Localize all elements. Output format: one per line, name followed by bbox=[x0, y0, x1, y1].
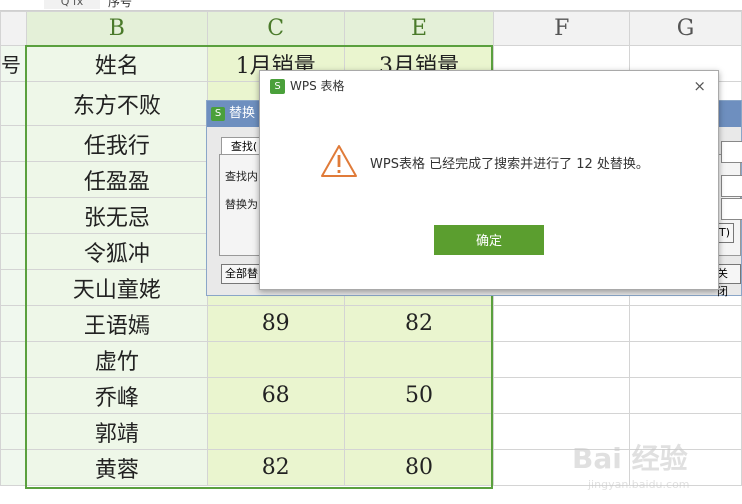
cell-mar-sales[interactable] bbox=[343, 413, 495, 450]
table-row: 王语嫣 89 82 bbox=[0, 305, 742, 342]
cell-g[interactable] bbox=[629, 377, 742, 414]
ok-button[interactable]: 确定 bbox=[434, 225, 544, 255]
cell-name[interactable]: 东方不败 bbox=[25, 81, 208, 126]
column-header-a[interactable] bbox=[0, 11, 27, 46]
cell-a[interactable] bbox=[0, 449, 27, 486]
baidu-watermark: Bai 经验 jingyan.baidu.com bbox=[572, 442, 690, 491]
field-edge bbox=[721, 141, 742, 163]
field-edge bbox=[721, 198, 742, 220]
column-header-g[interactable]: G bbox=[629, 11, 742, 46]
cell-name[interactable]: 黄蓉 bbox=[25, 449, 208, 486]
watermark-sub: jingyan.baidu.com bbox=[587, 478, 690, 491]
cell-a[interactable] bbox=[0, 197, 27, 234]
alert-titlebar[interactable]: S WPS 表格 × bbox=[260, 71, 718, 101]
cell-a[interactable] bbox=[0, 341, 27, 378]
cell-a[interactable] bbox=[0, 269, 27, 306]
cell-a[interactable] bbox=[0, 377, 27, 414]
replace-dialog-title: 替换 bbox=[229, 106, 256, 121]
cell-a[interactable]: 号 bbox=[0, 45, 27, 82]
cell-name[interactable]: 姓名 bbox=[25, 45, 208, 82]
column-header-b[interactable]: B bbox=[25, 11, 208, 46]
cell-a[interactable] bbox=[0, 305, 27, 342]
cell-a[interactable] bbox=[0, 125, 27, 162]
find-label: 查找内 bbox=[225, 170, 258, 183]
cell-name[interactable]: 张无忌 bbox=[25, 197, 208, 234]
cell-name[interactable]: 王语嫣 bbox=[25, 305, 208, 342]
field-edge bbox=[721, 175, 742, 197]
column-header-c[interactable]: C bbox=[206, 11, 345, 46]
cell-a[interactable] bbox=[0, 413, 27, 450]
cell-jan-sales[interactable] bbox=[206, 341, 345, 378]
table-row: 虚竹 bbox=[0, 341, 742, 378]
cell-name[interactable]: 虚竹 bbox=[25, 341, 208, 378]
cell-jan-sales[interactable]: 68 bbox=[206, 377, 345, 414]
alert-title: WPS 表格 bbox=[290, 79, 345, 93]
function-icon[interactable]: Q fx bbox=[44, 0, 100, 9]
cell-mar-sales[interactable]: 50 bbox=[343, 377, 495, 414]
cell-f[interactable] bbox=[493, 377, 631, 414]
cell-name[interactable]: 乔峰 bbox=[25, 377, 208, 414]
column-header-e[interactable]: E bbox=[343, 11, 495, 46]
cell-name[interactable]: 令狐冲 bbox=[25, 233, 208, 270]
cell-f[interactable] bbox=[493, 305, 631, 342]
cell-mar-sales[interactable]: 82 bbox=[343, 305, 495, 342]
replace-all-button[interactable]: 全部替 bbox=[221, 264, 262, 284]
formula-bar: Q fx 序号 bbox=[0, 0, 742, 11]
alert-message: WPS表格 已经完成了搜索并进行了 12 处替换。 bbox=[370, 157, 649, 172]
cell-name[interactable]: 天山童姥 bbox=[25, 269, 208, 306]
cell-a[interactable] bbox=[0, 161, 27, 198]
wps-logo-icon: S bbox=[211, 106, 225, 121]
watermark-text: Bai 经验 bbox=[572, 442, 688, 475]
cell-a[interactable] bbox=[0, 233, 27, 270]
cell-jan-sales[interactable] bbox=[206, 413, 345, 450]
column-header-f[interactable]: F bbox=[493, 11, 631, 46]
cell-f[interactable] bbox=[493, 341, 631, 378]
warning-icon bbox=[321, 145, 357, 177]
cell-jan-sales[interactable]: 89 bbox=[206, 305, 345, 342]
cell-a[interactable] bbox=[0, 81, 27, 126]
cell-g[interactable] bbox=[629, 341, 742, 378]
alert-dialog: S WPS 表格 × WPS表格 已经完成了搜索并进行了 12 处替换。 确定 bbox=[259, 70, 719, 290]
cell-mar-sales[interactable]: 80 bbox=[343, 449, 495, 486]
wps-logo-icon: S bbox=[270, 79, 285, 94]
cell-jan-sales[interactable]: 82 bbox=[206, 449, 345, 486]
cell-g[interactable] bbox=[629, 305, 742, 342]
cell-name[interactable]: 任我行 bbox=[25, 125, 208, 162]
close-icon[interactable]: × bbox=[693, 71, 706, 101]
cell-mar-sales[interactable] bbox=[343, 341, 495, 378]
cell-name[interactable]: 任盈盈 bbox=[25, 161, 208, 198]
replace-label: 替换为 bbox=[225, 198, 258, 211]
table-row: 乔峰 68 50 bbox=[0, 377, 742, 414]
cell-name[interactable]: 郭靖 bbox=[25, 413, 208, 450]
formula-input[interactable]: 序号 bbox=[108, 0, 132, 10]
